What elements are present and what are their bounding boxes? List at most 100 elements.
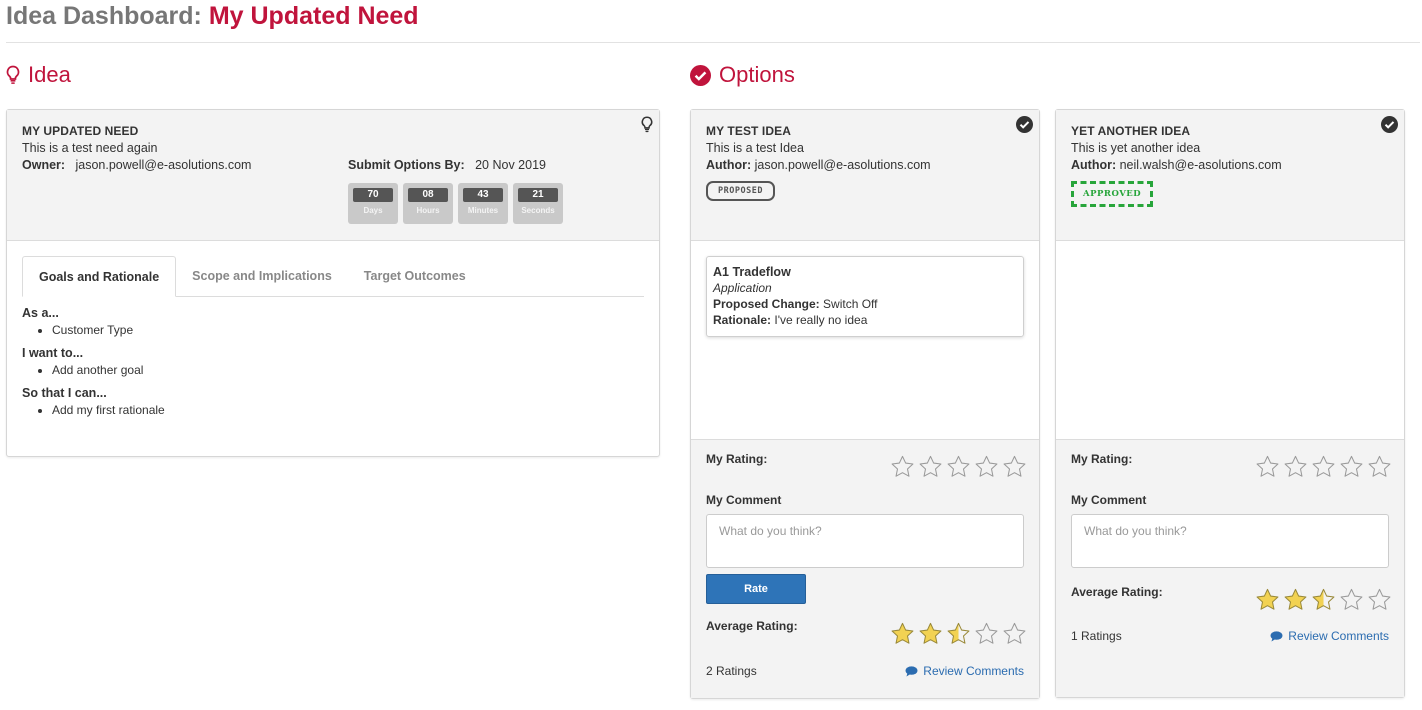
idea-name: MY UPDATED NEED — [22, 124, 139, 138]
check-circle-icon — [1381, 116, 1398, 136]
header-divider — [6, 42, 1420, 43]
lightbulb-icon — [6, 65, 20, 85]
comment-input[interactable] — [1071, 514, 1389, 568]
change-title: A1 Tradeflow — [713, 265, 791, 279]
star-icon[interactable] — [918, 454, 943, 479]
change-type: Application — [713, 281, 772, 295]
change-value: Switch Off — [823, 297, 878, 311]
option-author-row: Author: neil.walsh@e-asolutions.com — [1071, 158, 1389, 172]
star-icon[interactable] — [1367, 454, 1392, 479]
idea-panel: MY UPDATED NEED This is a test need agai… — [6, 109, 660, 457]
owner-label: Owner: — [22, 158, 66, 172]
owner-value: jason.powell@e-asolutions.com — [75, 158, 252, 172]
star-icon — [1312, 588, 1335, 610]
as-a-list: Customer Type — [22, 323, 644, 337]
want-to-list: Add another goal — [22, 363, 644, 377]
my-rating-stars — [890, 454, 1027, 479]
option-card-my-test-idea: MY TEST IDEA This is a test Idea Author:… — [690, 109, 1040, 699]
rationale-value: I've really no idea — [774, 313, 868, 327]
my-comment-label: My Comment — [706, 493, 782, 507]
so-that-list: Add my first rationale — [22, 403, 644, 417]
average-rating-label: Average Rating: — [706, 619, 798, 633]
option-name: YET ANOTHER IDEA — [1071, 124, 1191, 138]
idea-panel-header: MY UPDATED NEED This is a test need agai… — [7, 110, 659, 241]
want-to-heading: I want to... — [22, 346, 84, 360]
star-icon — [1340, 588, 1363, 610]
page-title-need: My Updated Need — [208, 2, 419, 30]
option-description: This is a test Idea — [706, 141, 804, 155]
star-icon — [891, 622, 914, 644]
status-badge: PROPOSED — [706, 181, 775, 201]
star-icon[interactable] — [1311, 454, 1336, 479]
tab-target-outcomes[interactable]: Target Outcomes — [348, 256, 482, 296]
tab-goals-and-rationale[interactable]: Goals and Rationale — [22, 256, 177, 297]
author-label: Author: — [706, 158, 752, 172]
my-rating-stars — [1255, 454, 1392, 479]
submit-options-block: Submit Options By: 20 Nov 2019 70 Days 0… — [348, 158, 563, 224]
submit-by-date: 20 Nov 2019 — [475, 158, 546, 172]
my-rating-label: My Rating: — [1071, 452, 1133, 466]
star-icon[interactable] — [890, 454, 915, 479]
rate-button[interactable]: Rate — [706, 574, 806, 604]
option-footer: My Rating: My Comment Average Rating: 1 … — [1056, 440, 1404, 697]
change-row: Proposed Change: Switch Off — [713, 297, 1017, 311]
average-rating-stars — [890, 621, 1027, 646]
submit-by-row: Submit Options By: 20 Nov 2019 — [348, 158, 563, 172]
countdown-hours: 08 Hours — [403, 183, 453, 224]
countdown-timer: 70 Days 08 Hours 43 Minutes 21 Seconds — [348, 183, 563, 224]
star-icon[interactable] — [1339, 454, 1364, 479]
star-icon — [919, 622, 942, 644]
countdown-days: 70 Days — [348, 183, 398, 224]
star-icon[interactable] — [1255, 454, 1280, 479]
page-title: Idea Dashboard: My Updated Need — [6, 2, 419, 31]
option-header: YET ANOTHER IDEA This is yet another ide… — [1056, 110, 1404, 241]
star-icon[interactable] — [946, 454, 971, 479]
countdown-minutes: 43 Minutes — [458, 183, 508, 224]
check-circle-icon — [1016, 116, 1033, 136]
idea-owner-row: Owner: jason.powell@e-asolutions.com — [22, 158, 348, 221]
comment-bubble-icon — [1270, 630, 1283, 642]
review-comments-label: Review Comments — [923, 664, 1024, 678]
change-label: Proposed Change: — [713, 297, 820, 311]
ratings-footer: 2 Ratings Review Comments — [706, 664, 1024, 678]
list-item: Add my first rationale — [52, 403, 644, 417]
tab-scope-and-implications[interactable]: Scope and Implications — [176, 256, 348, 296]
my-rating-row: My Rating: — [706, 452, 1027, 479]
check-circle-icon — [690, 64, 711, 86]
page-title-prefix: Idea Dashboard: — [6, 2, 202, 30]
rationale-label: Rationale: — [713, 313, 772, 327]
my-rating-row: My Rating: — [1071, 452, 1392, 479]
review-comments-link[interactable]: Review Comments — [905, 664, 1024, 678]
ratings-count: 2 Ratings — [706, 664, 757, 678]
option-footer: My Rating: My Comment Rate Average Ratin… — [691, 440, 1039, 698]
option-header: MY TEST IDEA This is a test Idea Author:… — [691, 110, 1039, 241]
option-description: This is yet another idea — [1071, 141, 1201, 155]
author-label: Author: — [1071, 158, 1117, 172]
proposed-change-card: A1 Tradeflow Application Proposed Change… — [706, 256, 1024, 337]
submit-by-label: Submit Options By: — [348, 158, 465, 172]
countdown-seconds: 21 Seconds — [513, 183, 563, 224]
star-icon[interactable] — [1002, 454, 1027, 479]
comment-input[interactable] — [706, 514, 1024, 568]
star-icon[interactable] — [974, 454, 999, 479]
list-item: Customer Type — [52, 323, 644, 337]
rationale-row: Rationale: I've really no idea — [713, 313, 1017, 327]
review-comments-link[interactable]: Review Comments — [1270, 629, 1389, 643]
idea-section-label: Idea — [28, 62, 71, 87]
my-comment-label: My Comment — [1071, 493, 1147, 507]
option-body: A1 Tradeflow Application Proposed Change… — [691, 241, 1039, 440]
star-icon — [1284, 588, 1307, 610]
lightbulb-icon — [641, 116, 653, 136]
star-icon — [1003, 622, 1026, 644]
star-icon[interactable] — [1283, 454, 1308, 479]
star-icon — [975, 622, 998, 644]
goals-content: As a... Customer Type I want to... Add a… — [7, 297, 659, 417]
idea-description: This is a test need again — [22, 141, 158, 155]
ratings-footer: 1 Ratings Review Comments — [1071, 629, 1389, 643]
star-icon — [1368, 588, 1391, 610]
option-author-row: Author: jason.powell@e-asolutions.com — [706, 158, 1024, 172]
option-name: MY TEST IDEA — [706, 124, 791, 138]
option-body — [1056, 241, 1404, 440]
my-rating-label: My Rating: — [706, 452, 768, 466]
average-rating-stars — [1255, 587, 1392, 612]
